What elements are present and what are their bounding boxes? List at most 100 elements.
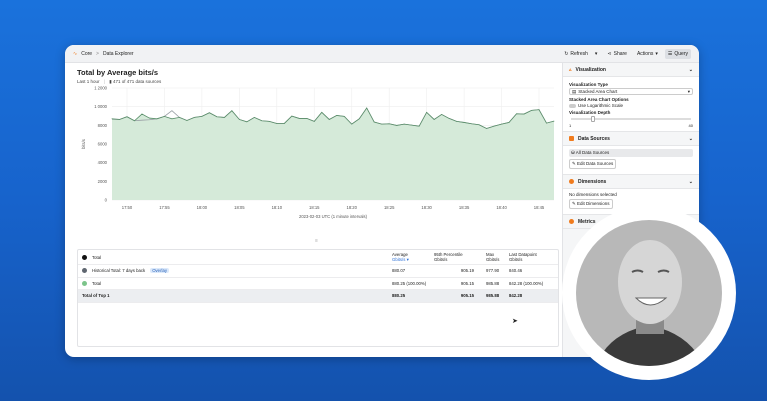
section-visualization[interactable]: ▵ Visualization ⌄ [563, 63, 699, 77]
total-average: 880.25 [392, 293, 406, 299]
edit-dimensions-button[interactable]: ✎ Edit Dimensions [569, 199, 613, 209]
row-last: 840.46 [509, 268, 523, 274]
main-panel: Total by Average bits/s Last 1 hour | ▮ … [65, 63, 562, 357]
header-last[interactable]: Last Datapoint Gbits/s [509, 252, 554, 262]
query-button[interactable]: ☰ Query [664, 48, 691, 59]
data-point [164, 115, 165, 117]
breadcrumb-root[interactable]: Core [81, 51, 92, 57]
viz-type-label: Visualization Type [569, 82, 608, 87]
data-point [381, 123, 383, 125]
y-tick-label: 0 [105, 198, 108, 203]
refresh-icon: ↻ [564, 50, 569, 57]
header-max[interactable]: Max Gbits/s [486, 252, 509, 262]
table-row[interactable]: Total 880.25 (100.00%) 905.15 985.88 842… [78, 278, 558, 290]
row-max: 985.88 [486, 280, 500, 286]
total-last: 842.28 [509, 293, 523, 299]
data-source-count[interactable]: 471 of 471 data sources [113, 79, 161, 84]
x-tick-label: 18:10 [272, 205, 283, 210]
share-button[interactable]: ⋖ Share [604, 49, 630, 59]
x-tick-label: 18:05 [234, 205, 245, 210]
no-dimensions-text: No dimensions selected [569, 192, 617, 197]
query-label: Query [674, 50, 688, 57]
data-point [411, 124, 413, 126]
table-row[interactable]: Historical Total: 7 days back Overlay 880… [78, 265, 558, 278]
data-point [418, 125, 420, 127]
data-point [553, 120, 555, 122]
data-point [456, 121, 458, 122]
data-point [179, 117, 180, 118]
data-point [201, 115, 203, 117]
data-point [441, 114, 443, 115]
row-name: Historical Total: 7 days back [92, 268, 146, 274]
edit-data-sources-button[interactable]: ✎ Edit Data Sources [569, 159, 617, 169]
chevron-down-icon: ⌄ [688, 135, 693, 142]
header-max-unit: Gbits/s [486, 257, 500, 262]
data-point [141, 113, 143, 115]
data-point [253, 117, 255, 118]
x-tick-label: 18:40 [496, 205, 507, 210]
chevron-down-icon: ⌄ [688, 178, 693, 185]
chevron-down-icon: ▾ [687, 88, 690, 94]
x-tick-label: 17:50 [122, 205, 133, 210]
header-average[interactable]: Average Gbits/s ▾ [392, 252, 434, 263]
data-point [403, 123, 405, 125]
x-tick-label: 18:20 [346, 205, 357, 210]
data-point [546, 122, 547, 124]
x-tick-label: 18:35 [459, 205, 470, 210]
chevron-down-icon[interactable]: ▾ [595, 51, 598, 57]
mouse-cursor-icon: ➤ [512, 318, 518, 325]
chart-title: Total by Average bits/s [77, 68, 158, 77]
data-point [463, 122, 465, 123]
data-point [373, 121, 375, 123]
data-point [448, 118, 450, 119]
data-point [298, 118, 300, 119]
share-label: Share [613, 50, 627, 57]
data-point [486, 128, 487, 129]
data-point [493, 125, 495, 127]
data-point [426, 111, 428, 113]
data-point [149, 117, 150, 119]
depth-slider-handle[interactable] [591, 116, 595, 122]
y-tick-label: 1 0000 [94, 104, 107, 109]
total-dot [82, 254, 87, 260]
data-point [358, 118, 360, 120]
header-name: Total [92, 254, 102, 260]
section-data-sources[interactable]: Data Sources ⌄ [563, 132, 699, 146]
section-title: Data Sources [578, 135, 610, 142]
data-point [471, 123, 472, 125]
x-tick-label: 18:15 [309, 205, 320, 210]
results-table: Total Average Gbits/s ▾ 95th Percentile Gb… [77, 249, 559, 347]
data-point [231, 110, 233, 112]
x-tick-label: 18:00 [197, 205, 208, 210]
section-dimensions[interactable]: Dimensions ⌄ [563, 175, 699, 189]
overlay-badge: Overlay [150, 268, 169, 274]
visualization-body: Visualization Type ▤ Stacked Area Chart ▾ … [563, 77, 699, 132]
y-tick-label: 8000 [98, 123, 108, 128]
total-name: Total of Top 1 [82, 293, 110, 299]
table-header: Total Average Gbits/s ▾ 95th Percentile Gb… [78, 250, 558, 265]
x-tick-label: 18:25 [384, 205, 395, 210]
log-scale-toggle[interactable] [569, 103, 576, 108]
data-sources-body: ⛁ All Data Sources ✎ Edit Data Sources [563, 146, 699, 175]
breadcrumb-page: Data Explorer [102, 50, 134, 57]
actions-label: Actions [636, 50, 654, 57]
data-point [343, 115, 345, 117]
data-point [351, 123, 353, 125]
refresh-button[interactable]: ↻ Refresh ▾ [561, 49, 600, 59]
share-icon: ⋖ [607, 50, 612, 57]
actions-button[interactable]: Actions ▾ [634, 49, 661, 59]
x-tick-label: 17:55 [159, 205, 170, 210]
header-p95[interactable]: 95th Percentile Gbits/s [434, 252, 486, 262]
data-point [388, 123, 390, 125]
time-range[interactable]: Last 1 hour [77, 79, 100, 84]
database-icon: ▮ [109, 79, 112, 84]
data-point [283, 123, 285, 124]
viz-type-select[interactable]: ▤ Stacked Area Chart ▾ [569, 88, 693, 95]
metrics-icon [569, 219, 574, 224]
resize-handle[interactable]: ≡ [315, 238, 318, 244]
data-point [396, 125, 398, 126]
row-average: 880.25 (100.00%) [392, 280, 427, 286]
depth-slider[interactable] [571, 116, 691, 122]
all-data-sources-chip[interactable]: ⛁ All Data Sources [569, 149, 693, 157]
top-bar: ∿ Core > Data Explorer ↻ Refresh ▾ ⋖ Share … [65, 45, 699, 63]
